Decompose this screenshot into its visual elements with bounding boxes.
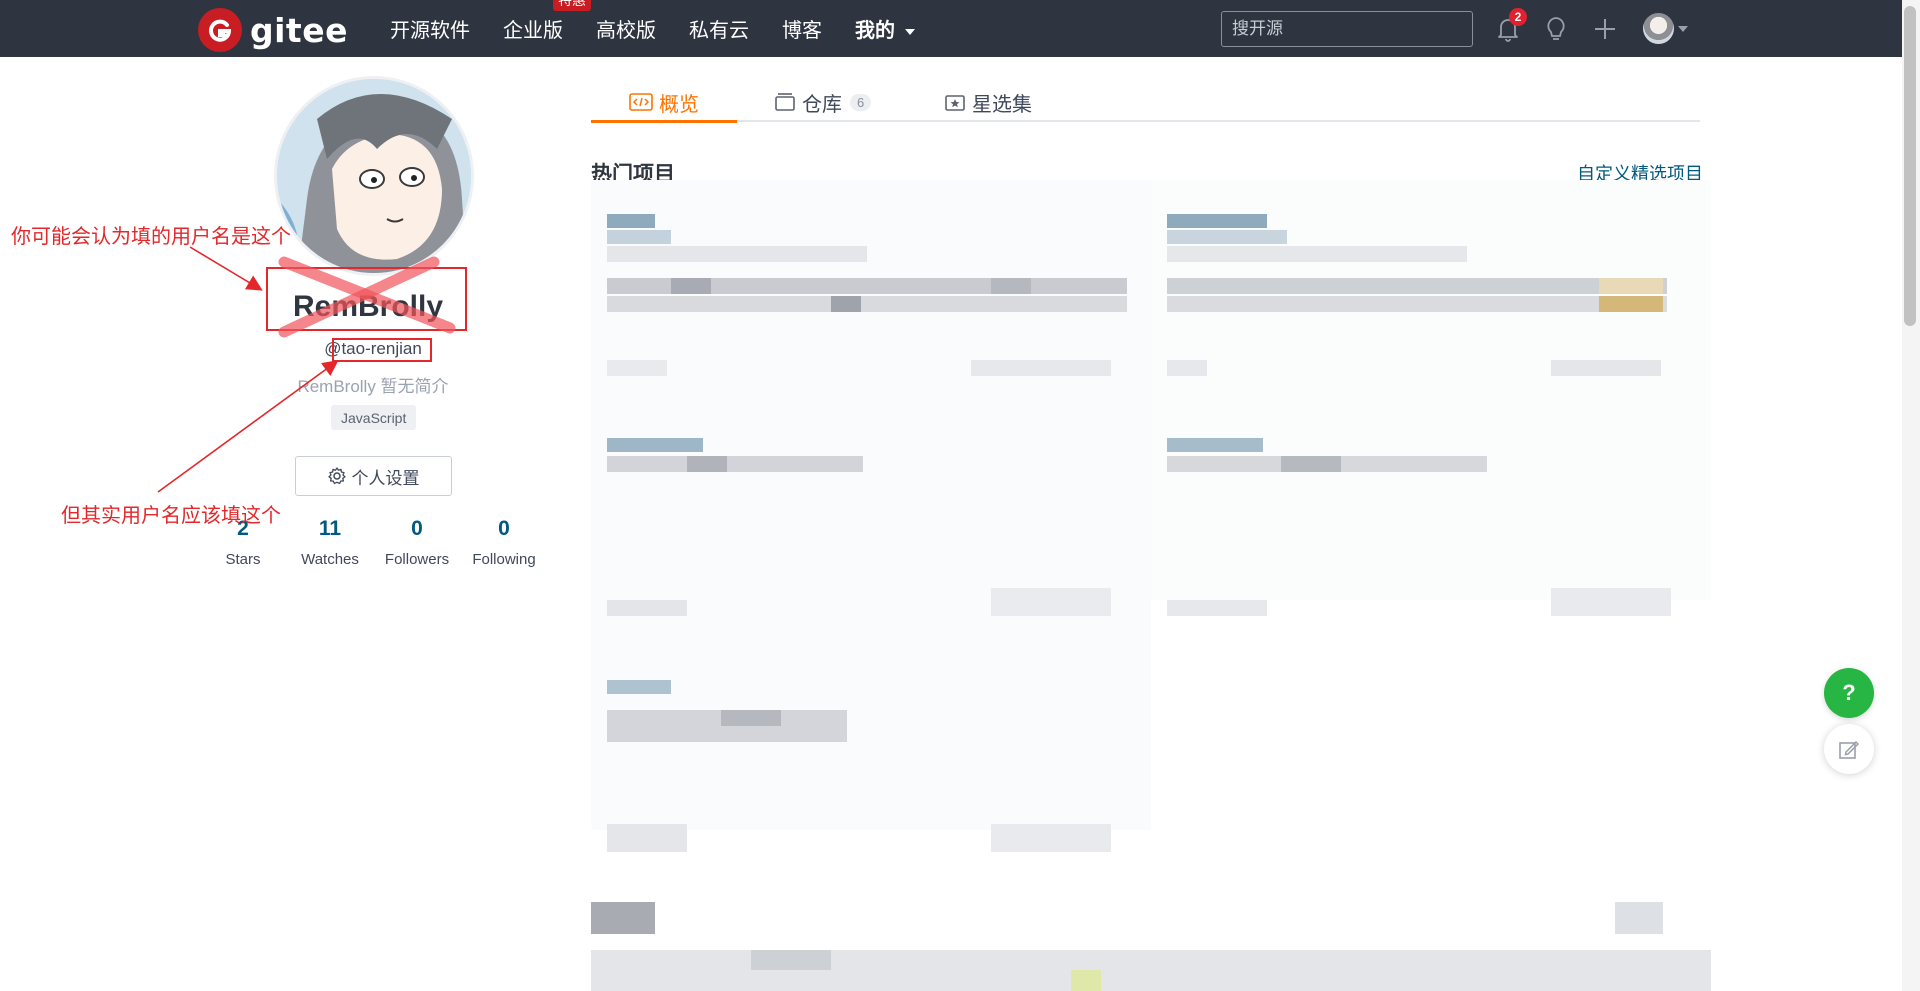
chevron-down-icon [904, 28, 915, 35]
tips-button[interactable] [1541, 14, 1571, 44]
code-icon [629, 93, 653, 111]
edit-feedback-icon [1839, 740, 1860, 759]
card-2-title-block [1167, 214, 1267, 228]
profile-bio: RemBrolly 暂无简介 [297, 377, 449, 396]
personal-settings-button[interactable]: 个人设置 [295, 456, 452, 496]
stat-following-value: 0 [498, 517, 510, 540]
main-nav-menu: 开源软件 企业版 特惠 高校版 私有云 博客 我的 [390, 0, 948, 57]
stat-followers[interactable]: 0 Followers [372, 517, 462, 568]
gitee-logo-text: gitee [250, 10, 348, 50]
stat-watches[interactable]: 11 Watches [285, 517, 375, 568]
star-collection-icon [945, 95, 965, 111]
avatar-chevron-down-icon[interactable] [1678, 26, 1688, 32]
user-avatar-menu[interactable] [1643, 13, 1674, 44]
nav-item-blog[interactable]: 博客 [782, 14, 822, 43]
nav-item-education[interactable]: 高校版 [596, 14, 656, 43]
plus-icon [1595, 19, 1615, 39]
annotation-box-username [332, 338, 432, 362]
tab-repositories-label: 仓库 [802, 93, 842, 116]
nav-item-mine[interactable]: 我的 [855, 14, 915, 43]
repository-count-badge: 6 [850, 93, 872, 111]
annotation-correct-username: 但其实用户名应该填这个 [61, 505, 281, 527]
profile-tabs: 概览 仓库 6 星选集 [591, 82, 1700, 123]
stat-following-label: Following [472, 551, 536, 568]
gitee-logo-icon [198, 8, 242, 52]
notifications-button[interactable]: 2 [1493, 8, 1527, 44]
stat-followers-value: 0 [411, 517, 423, 540]
gitee-logo[interactable]: gitee [198, 8, 348, 52]
pixelated-projects-area [591, 180, 1711, 991]
page-scrollbar-thumb[interactable] [1904, 6, 1916, 326]
card-3-title-block [607, 438, 703, 452]
arrow-to-display-name [189, 246, 263, 291]
stat-watches-label: Watches [301, 551, 359, 568]
repository-icon [775, 93, 795, 111]
stat-following[interactable]: 0 Following [459, 517, 549, 568]
nav-item-enterprise[interactable]: 企业版 特惠 [503, 0, 591, 43]
feedback-button[interactable] [1824, 724, 1874, 774]
create-new-button[interactable] [1590, 14, 1620, 44]
nav-item-open-source[interactable]: 开源软件 [390, 14, 470, 43]
nav-item-enterprise-label: 企业版 [503, 20, 563, 42]
stat-stars-label: Stars [225, 551, 261, 568]
tab-overview-label: 概览 [659, 93, 699, 116]
help-button[interactable]: ? [1824, 668, 1874, 718]
card-4-title-block [1167, 438, 1263, 452]
card-1-title-block [607, 214, 655, 228]
lightbulb-icon [1547, 17, 1565, 40]
promo-badge: 特惠 [553, 0, 591, 11]
stat-watches-value: 11 [318, 517, 342, 540]
annotation-wrong-username: 你可能会认为填的用户名是这个 [11, 226, 291, 248]
annotation-box-display-name [266, 267, 467, 331]
active-tab-indicator [591, 120, 737, 123]
personal-settings-label: 个人设置 [351, 468, 420, 488]
gear-icon [327, 467, 346, 485]
card-5-title-block [607, 680, 671, 694]
stat-followers-label: Followers [384, 551, 450, 568]
language-tag[interactable]: JavaScript [331, 405, 417, 430]
profile-avatar [274, 76, 474, 276]
tab-overview[interactable]: 概览 [629, 82, 699, 122]
nav-item-mine-label: 我的 [855, 20, 895, 42]
tab-collections-label: 星选集 [972, 93, 1032, 116]
tab-repositories[interactable]: 仓库 6 [774, 82, 872, 122]
nav-item-private-cloud[interactable]: 私有云 [689, 14, 749, 43]
notification-count-badge: 2 [1509, 8, 1527, 26]
tab-collections[interactable]: 星选集 [944, 82, 1032, 122]
search-input[interactable] [1221, 11, 1473, 47]
top-navbar: gitee 开源软件 企业版 特惠 高校版 私有云 博客 我的 2 [0, 0, 1902, 57]
